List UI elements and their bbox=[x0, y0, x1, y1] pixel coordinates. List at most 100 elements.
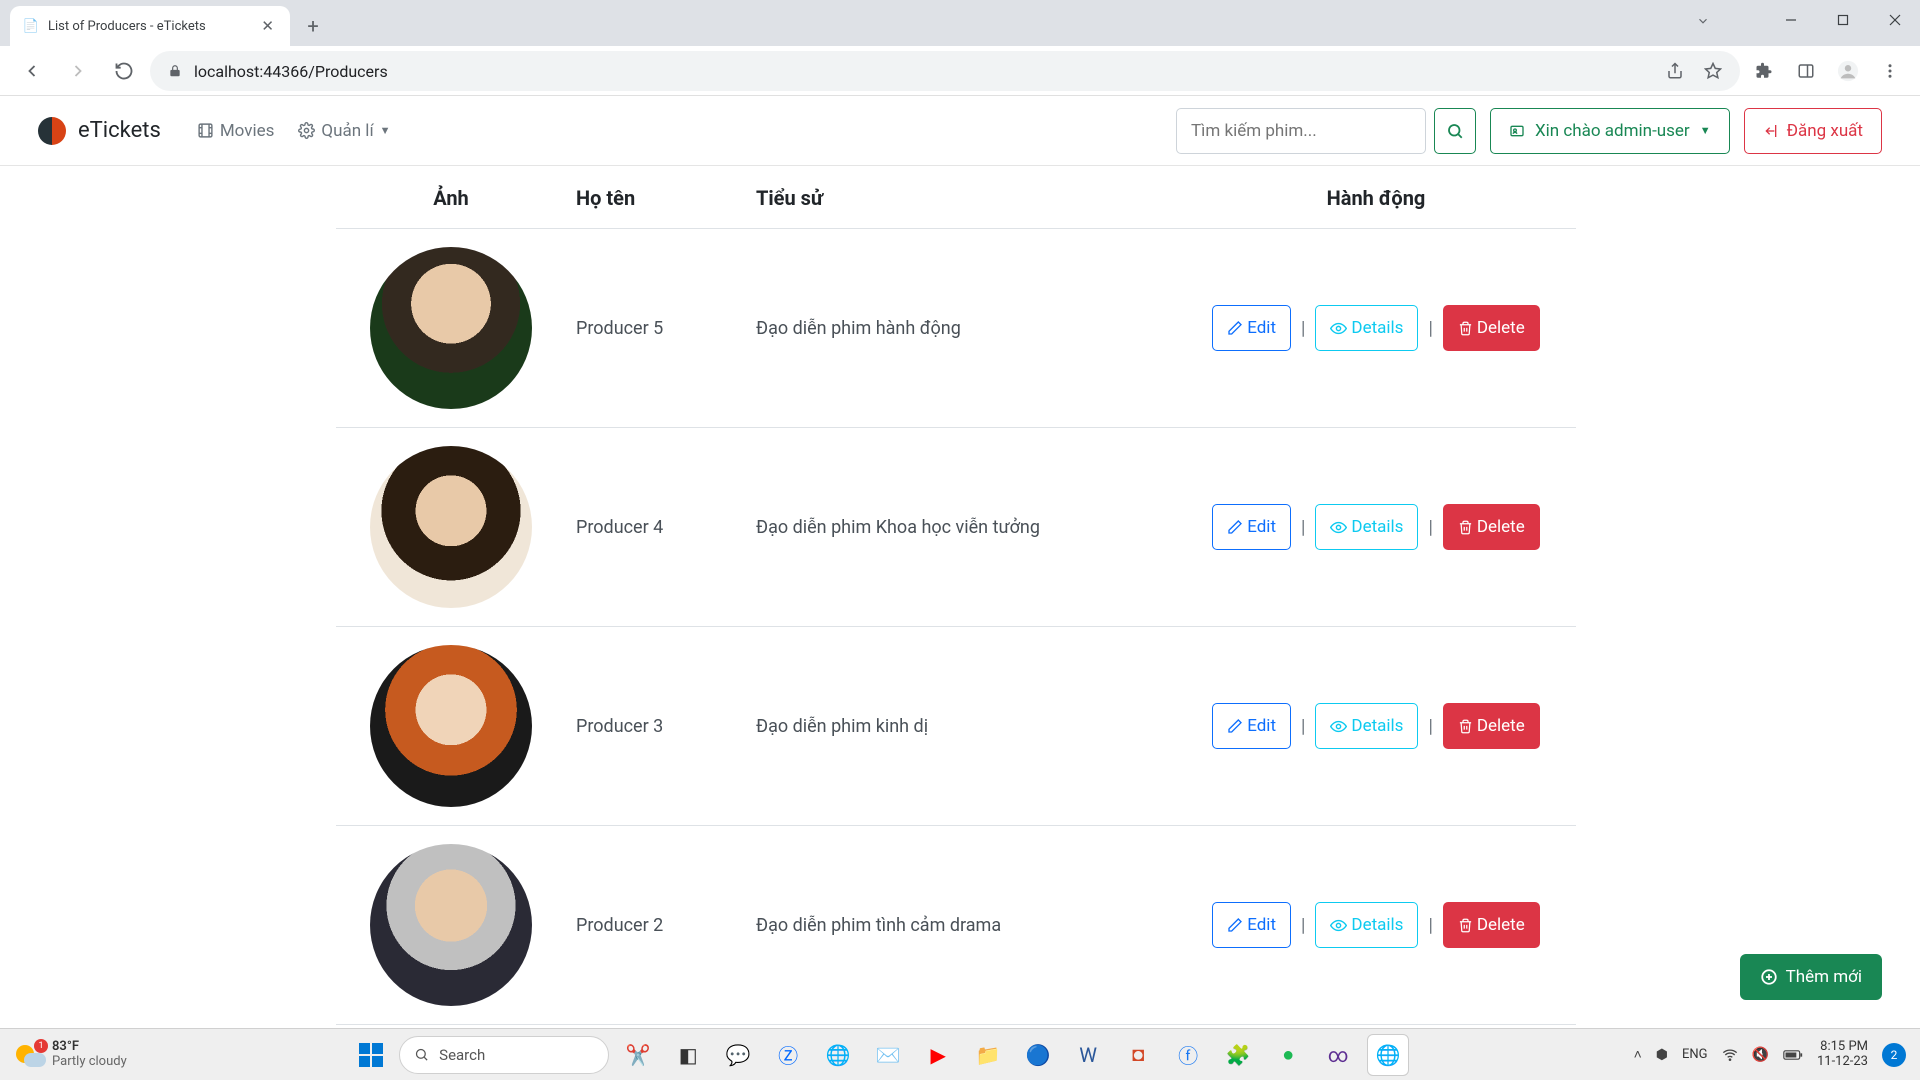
browser-chrome: 📄 List of Producers - eTickets ✕ + bbox=[0, 0, 1920, 96]
close-window-button[interactable] bbox=[1870, 1, 1920, 39]
maximize-button[interactable] bbox=[1818, 1, 1868, 39]
logout-label: Đăng xuất bbox=[1787, 121, 1863, 141]
producer-bio: Đạo diễn phim kinh dị bbox=[746, 627, 1176, 826]
film-icon bbox=[197, 122, 214, 139]
search-button[interactable] bbox=[1434, 108, 1476, 154]
producer-name: Producer 2 bbox=[566, 826, 746, 1025]
details-button[interactable]: Details bbox=[1315, 305, 1418, 351]
delete-button[interactable]: Delete bbox=[1443, 504, 1540, 550]
table-row: Producer 4 Đạo diễn phim Khoa học viễn t… bbox=[336, 428, 1576, 627]
edit-button[interactable]: Edit bbox=[1212, 305, 1291, 351]
app-navbar: eTickets Movies Quản lí ▼ Xin chào admin… bbox=[0, 96, 1920, 166]
delete-button[interactable]: Delete bbox=[1443, 902, 1540, 948]
gear-icon bbox=[298, 122, 315, 139]
details-button[interactable]: Details bbox=[1315, 703, 1418, 749]
taskbar-app-word[interactable]: W bbox=[1067, 1034, 1109, 1076]
volume-icon[interactable]: 🔇 bbox=[1752, 1047, 1769, 1063]
taskbar-app-chrome-active[interactable]: 🌐 bbox=[1367, 1034, 1409, 1076]
edit-button[interactable]: Edit bbox=[1212, 504, 1291, 550]
chevron-down-icon: ▼ bbox=[1700, 124, 1711, 137]
notification-badge[interactable]: 2 bbox=[1882, 1043, 1906, 1067]
side-panel-icon[interactable] bbox=[1788, 53, 1824, 89]
clock-date: 11-12-23 bbox=[1817, 1055, 1868, 1070]
edit-button[interactable]: Edit bbox=[1212, 703, 1291, 749]
separator: | bbox=[1301, 517, 1305, 538]
pencil-icon bbox=[1227, 718, 1243, 734]
lock-icon bbox=[168, 64, 182, 78]
producer-avatar bbox=[370, 844, 532, 1006]
new-tab-button[interactable]: + bbox=[296, 9, 330, 43]
nav-manage-dropdown[interactable]: Quản lí ▼ bbox=[290, 115, 398, 147]
tray-security-icon[interactable]: ⬢ bbox=[1656, 1047, 1668, 1063]
tray-chevron-icon[interactable]: ˄ bbox=[1634, 1046, 1642, 1063]
user-menu-button[interactable]: Xin chào admin-user ▼ bbox=[1490, 108, 1730, 154]
search-input[interactable] bbox=[1176, 108, 1426, 154]
brand[interactable]: eTickets bbox=[38, 117, 161, 145]
bookmark-star-icon[interactable] bbox=[1704, 62, 1722, 80]
wifi-icon[interactable] bbox=[1722, 1047, 1738, 1063]
logout-icon bbox=[1763, 123, 1779, 139]
browser-tab[interactable]: 📄 List of Producers - eTickets ✕ bbox=[10, 6, 290, 46]
battery-icon[interactable] bbox=[1783, 1049, 1803, 1061]
share-icon[interactable] bbox=[1666, 62, 1684, 80]
taskbar-app-zalo[interactable]: Ⓩ bbox=[767, 1034, 809, 1076]
eye-icon bbox=[1330, 320, 1347, 337]
weather-desc: Partly cloudy bbox=[52, 1055, 127, 1070]
profile-icon[interactable] bbox=[1830, 53, 1866, 89]
address-bar[interactable]: localhost:44366/Producers bbox=[150, 51, 1740, 91]
taskbar-app-snip[interactable]: ✂️ bbox=[617, 1034, 659, 1076]
details-button[interactable]: Details bbox=[1315, 504, 1418, 550]
add-new-button[interactable]: Thêm mới bbox=[1740, 954, 1882, 1000]
clock[interactable]: 8:15 PM 11-12-23 bbox=[1817, 1040, 1868, 1070]
browser-toolbar: localhost:44366/Producers bbox=[0, 46, 1920, 96]
back-button[interactable] bbox=[12, 51, 52, 91]
taskbar-app-facebook[interactable]: ⓕ bbox=[1167, 1034, 1209, 1076]
separator: | bbox=[1301, 915, 1305, 936]
producers-table: Ảnh Họ tên Tiểu sử Hành động Producer 5 … bbox=[336, 166, 1576, 1025]
close-tab-icon[interactable]: ✕ bbox=[257, 17, 278, 35]
taskbar-app-misc[interactable]: 🧩 bbox=[1217, 1034, 1259, 1076]
taskbar-app-teams[interactable]: 💬 bbox=[717, 1034, 759, 1076]
details-button[interactable]: Details bbox=[1315, 902, 1418, 948]
forward-button[interactable] bbox=[58, 51, 98, 91]
taskbar-app-youtube[interactable]: ▶ bbox=[917, 1034, 959, 1076]
taskbar-app-powerpoint[interactable]: ◘ bbox=[1117, 1034, 1159, 1076]
taskbar-search[interactable]: Search bbox=[399, 1036, 609, 1074]
taskbar-app-mail[interactable]: ✉️ bbox=[867, 1034, 909, 1076]
separator: | bbox=[1428, 915, 1432, 936]
reload-button[interactable] bbox=[104, 51, 144, 91]
page-content: Ảnh Họ tên Tiểu sử Hành động Producer 5 … bbox=[0, 166, 1920, 1025]
trash-icon bbox=[1458, 719, 1473, 734]
taskbar-app-vs[interactable]: ∞ bbox=[1317, 1034, 1359, 1076]
separator: | bbox=[1428, 517, 1432, 538]
logout-button[interactable]: Đăng xuất bbox=[1744, 108, 1882, 154]
windows-taskbar: 1 83°F Partly cloudy Search ✂️ ◧ 💬 Ⓩ 🌐 ✉… bbox=[0, 1028, 1920, 1080]
taskbar-app-spotify[interactable]: ● bbox=[1267, 1034, 1309, 1076]
edit-button[interactable]: Edit bbox=[1212, 902, 1291, 948]
start-button[interactable] bbox=[351, 1035, 391, 1075]
tray-lang[interactable]: ENG bbox=[1682, 1047, 1708, 1062]
tab-strip: 📄 List of Producers - eTickets ✕ + bbox=[0, 0, 1920, 46]
id-card-icon bbox=[1509, 123, 1525, 139]
delete-button[interactable]: Delete bbox=[1443, 703, 1540, 749]
taskbar-app-edge[interactable]: 🌐 bbox=[817, 1034, 859, 1076]
taskbar-app-taskview[interactable]: ◧ bbox=[667, 1034, 709, 1076]
extensions-icon[interactable] bbox=[1746, 53, 1782, 89]
taskbar-app-chrome[interactable]: 🔵 bbox=[1017, 1034, 1059, 1076]
kebab-menu-icon[interactable] bbox=[1872, 53, 1908, 89]
delete-button[interactable]: Delete bbox=[1443, 305, 1540, 351]
table-row: Producer 2 Đạo diễn phim tình cảm drama … bbox=[336, 826, 1576, 1025]
minimize-button[interactable] bbox=[1766, 1, 1816, 39]
th-bio: Tiểu sử bbox=[746, 166, 1176, 229]
weather-widget[interactable]: 1 83°F Partly cloudy bbox=[0, 1040, 127, 1070]
producer-bio: Đạo diễn phim tình cảm drama bbox=[746, 826, 1176, 1025]
nav-movies[interactable]: Movies bbox=[189, 115, 283, 147]
taskbar-app-explorer[interactable]: 📁 bbox=[967, 1034, 1009, 1076]
user-greeting: Xin chào admin-user bbox=[1535, 121, 1690, 141]
pencil-icon bbox=[1227, 320, 1243, 336]
fab-label: Thêm mới bbox=[1786, 967, 1862, 987]
separator: | bbox=[1428, 318, 1432, 339]
producer-name: Producer 5 bbox=[566, 229, 746, 428]
producer-avatar bbox=[370, 645, 532, 807]
tab-overflow-icon[interactable] bbox=[1696, 14, 1710, 28]
